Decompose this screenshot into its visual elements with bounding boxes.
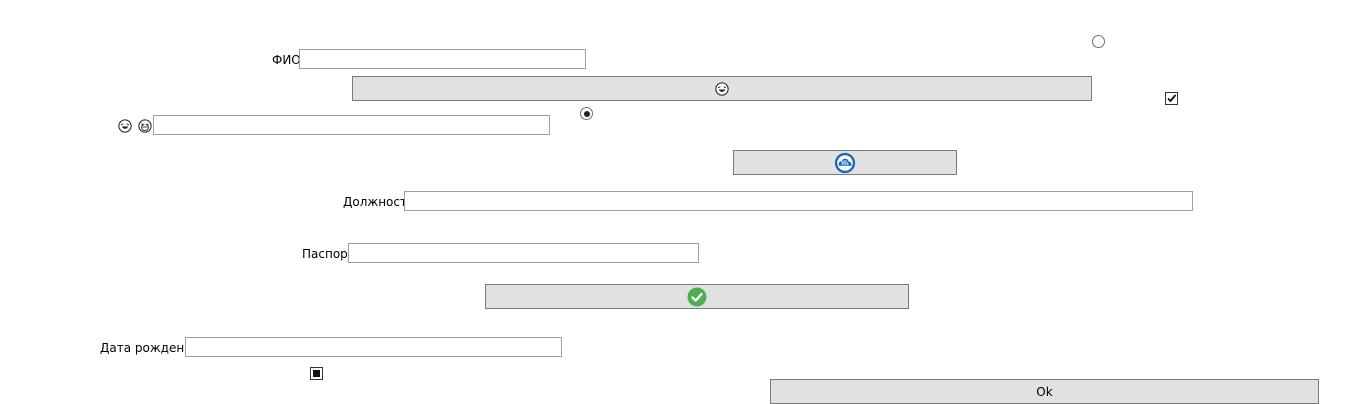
grinning-face-icon [138,119,152,133]
laughing-face-icon [715,81,729,96]
radio-option-top[interactable] [1092,35,1105,48]
green-check-circle-icon [687,287,707,306]
fio-label: ФИО [272,53,301,67]
laugh-button[interactable] [352,76,1092,101]
birthdate-field[interactable] [185,337,562,357]
checkbox-bottom[interactable] [310,367,323,380]
cloud-app-icon [834,152,856,173]
radio-option-middle[interactable] [580,107,593,120]
checkbox-right[interactable] [1165,92,1178,105]
position-field[interactable] [404,191,1193,211]
passport-label: Паспорт [302,247,355,261]
passport-field[interactable] [348,243,699,263]
laughing-face-icon [118,119,132,133]
checkmark-icon [1167,94,1177,103]
confirm-check-button[interactable] [485,284,909,309]
fio-field[interactable] [299,49,586,69]
cloud-button[interactable] [733,150,957,175]
ok-button[interactable]: Ok [770,379,1319,404]
emoji-text-field[interactable] [153,115,550,135]
